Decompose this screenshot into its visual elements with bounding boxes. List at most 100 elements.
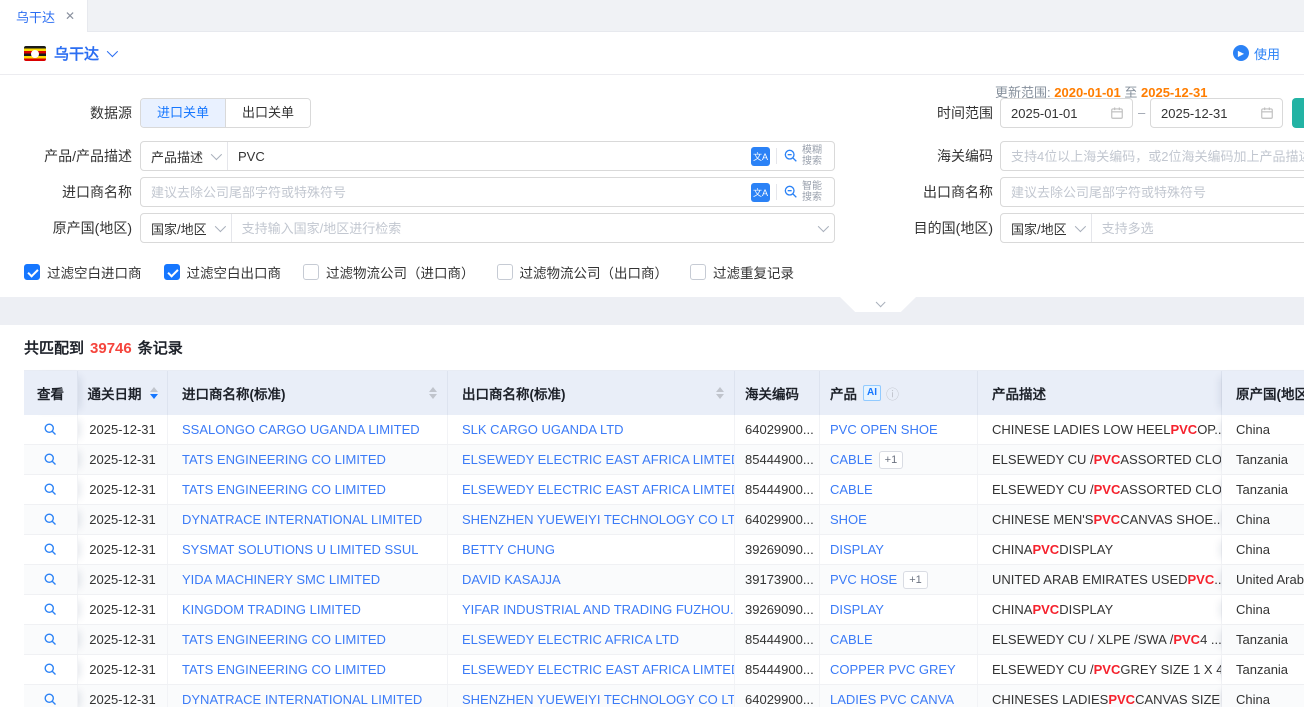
origin-cell: China (1222, 535, 1304, 564)
description-highlight: PVC (1108, 692, 1135, 707)
tab-uganda[interactable]: 乌干达 ✕ (0, 0, 88, 32)
close-icon[interactable]: ✕ (65, 9, 75, 23)
hs-code-input[interactable] (1001, 142, 1304, 170)
product-link[interactable]: PVC OPEN SHOE (830, 422, 938, 437)
collapse-panel-button[interactable] (840, 297, 916, 312)
importer-link[interactable]: SSALONGO CARGO UGANDA LIMITED (182, 422, 420, 437)
importer-link[interactable]: KINGDOM TRADING LIMITED (182, 602, 361, 617)
smart-search-button[interactable]: 智能搜索 (783, 181, 826, 203)
importer-link[interactable]: TATS ENGINEERING CO LIMITED (182, 632, 386, 647)
help-label: 使用 (1254, 44, 1280, 63)
sort-icon[interactable] (429, 387, 437, 399)
importer-link[interactable]: DYNATRACE INTERNATIONAL LIMITED (182, 512, 422, 527)
product-link[interactable]: CABLE (830, 632, 873, 647)
checkbox-icon[interactable] (24, 264, 40, 280)
exporter-link[interactable]: ELSEWEDY ELECTRIC EAST AFRICA LIMTED (462, 452, 734, 467)
product-link[interactable]: DISPLAY (830, 542, 884, 557)
view-detail-search-icon[interactable] (43, 482, 58, 497)
checkbox-icon[interactable] (690, 264, 706, 280)
product-link[interactable]: SHOE (830, 512, 867, 527)
product-link[interactable]: DISPLAY (830, 602, 884, 617)
more-products-badge[interactable]: +1 (903, 571, 928, 589)
country-name[interactable]: 乌干达 (54, 43, 99, 64)
importer-link[interactable]: TATS ENGINEERING CO LIMITED (182, 662, 386, 677)
date-from-input[interactable]: 2025-01-01 (1000, 98, 1133, 128)
exporter-link[interactable]: SHENZHEN YUEWEIYI TECHNOLOGY CO LTD (462, 512, 734, 527)
view-cell[interactable] (24, 655, 78, 684)
product-link[interactable]: COPPER PVC GREY (830, 662, 956, 677)
filter-checkbox[interactable]: 过滤物流公司（出口商） (497, 262, 669, 282)
origin-type-select[interactable]: 国家/地区 (141, 214, 232, 242)
checkbox-icon[interactable] (303, 264, 319, 280)
view-cell[interactable] (24, 415, 78, 444)
filter-checkbox[interactable]: 过滤物流公司（进口商） (303, 262, 475, 282)
product-type-select[interactable]: 产品描述 (141, 142, 228, 170)
view-cell[interactable] (24, 625, 78, 654)
importer-input[interactable] (141, 178, 751, 206)
view-cell[interactable] (24, 475, 78, 504)
filter-checkbox[interactable]: 过滤重复记录 (690, 262, 794, 282)
view-cell[interactable] (24, 445, 78, 474)
col-date[interactable]: 通关日期 (78, 371, 168, 415)
product-link[interactable]: LADIES PVC CANVA (830, 692, 954, 707)
exporter-link[interactable]: ELSEWEDY ELECTRIC EAST AFRICA LIMTED (462, 662, 734, 677)
view-cell[interactable] (24, 505, 78, 534)
date-cell: 2025-12-31 (78, 565, 168, 594)
results-section: 共匹配到 39746 条记录 查看 通关日期 进口商名称(标准) 出口商名称(标… (0, 325, 1304, 707)
view-cell[interactable] (24, 595, 78, 624)
view-detail-search-icon[interactable] (43, 692, 58, 707)
col-exporter[interactable]: 出口商名称(标准) (448, 371, 735, 415)
info-icon[interactable]: ⓘ (886, 384, 899, 403)
exporter-link[interactable]: YIFAR INDUSTRIAL AND TRADING FUZHOU... (462, 602, 734, 617)
exporter-link[interactable]: SLK CARGO UGANDA LTD (462, 422, 624, 437)
sort-icon[interactable] (150, 387, 158, 399)
view-cell[interactable] (24, 535, 78, 564)
more-products-badge[interactable]: +1 (879, 451, 904, 469)
translate-icon[interactable]: 文A (751, 183, 770, 202)
filter-label: 过滤空白进口商 (47, 262, 142, 282)
view-detail-search-icon[interactable] (43, 422, 58, 437)
exporter-input[interactable] (1001, 178, 1304, 206)
fuzzy-search-button[interactable]: 模糊搜索 (783, 145, 826, 167)
exporter-link[interactable]: ELSEWEDY ELECTRIC EAST AFRICA LIMTED (462, 482, 734, 497)
chevron-down-icon[interactable] (107, 46, 118, 57)
view-cell[interactable] (24, 565, 78, 594)
product-link[interactable]: PVC HOSE (830, 572, 897, 587)
view-cell[interactable] (24, 685, 78, 707)
description-text: CHINESE LADIES LOW HEEL (992, 422, 1170, 437)
help-link[interactable]: ▶ 使用 (1233, 44, 1280, 63)
checkbox-icon[interactable] (497, 264, 513, 280)
view-detail-search-icon[interactable] (43, 602, 58, 617)
importer-link[interactable]: DYNATRACE INTERNATIONAL LIMITED (182, 692, 422, 707)
destination-type-select[interactable]: 国家/地区 (1001, 214, 1092, 242)
translate-icon[interactable]: 文A (751, 147, 770, 166)
exporter-link[interactable]: SHENZHEN YUEWEIYI TECHNOLOGY CO LTD (462, 692, 734, 707)
filter-checkbox[interactable]: 过滤空白进口商 (24, 262, 142, 282)
origin-input[interactable] (232, 214, 818, 242)
exporter-link[interactable]: BETTY CHUNG (462, 542, 555, 557)
filter-checkbox[interactable]: 过滤空白出口商 (164, 262, 282, 282)
importer-link[interactable]: TATS ENGINEERING CO LIMITED (182, 452, 386, 467)
product-input[interactable] (228, 142, 751, 170)
exporter-link[interactable]: DAVID KASAJJA (462, 572, 561, 587)
date-to-input[interactable]: 2025-12-31 (1150, 98, 1283, 128)
destination-input[interactable] (1092, 214, 1304, 242)
checkbox-icon[interactable] (164, 264, 180, 280)
importer-link[interactable]: TATS ENGINEERING CO LIMITED (182, 482, 386, 497)
importer-link[interactable]: SYSMAT SOLUTIONS U LIMITED SSUL (182, 542, 418, 557)
sort-icon[interactable] (716, 387, 724, 399)
product-link[interactable]: CABLE (830, 482, 873, 497)
tab-export-declarations[interactable]: 出口关单 (226, 99, 310, 127)
product-link[interactable]: CABLE (830, 452, 873, 467)
importer-link[interactable]: YIDA MACHINERY SMC LIMITED (182, 572, 380, 587)
exporter-link[interactable]: ELSEWEDY ELECTRIC AFRICA LTD (462, 632, 679, 647)
view-detail-search-icon[interactable] (43, 662, 58, 677)
view-detail-search-icon[interactable] (43, 512, 58, 527)
view-detail-search-icon[interactable] (43, 632, 58, 647)
col-importer[interactable]: 进口商名称(标准) (168, 371, 448, 415)
quick-filter-icon[interactable] (1292, 98, 1304, 128)
tab-import-declarations[interactable]: 进口关单 (141, 99, 226, 127)
view-detail-search-icon[interactable] (43, 452, 58, 467)
view-detail-search-icon[interactable] (43, 542, 58, 557)
view-detail-search-icon[interactable] (43, 572, 58, 587)
